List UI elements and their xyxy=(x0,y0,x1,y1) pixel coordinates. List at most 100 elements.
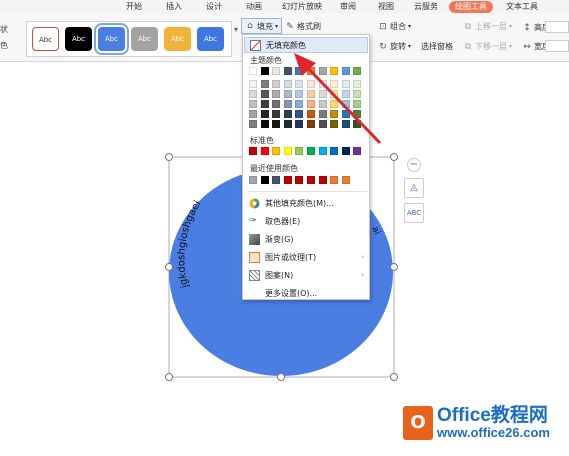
color-swatch[interactable] xyxy=(272,110,281,118)
fill-button[interactable]: ⌂ 填充 ▾ xyxy=(241,18,283,34)
color-swatch[interactable] xyxy=(249,147,257,155)
color-swatch[interactable] xyxy=(341,80,350,88)
style-preset-orange[interactable]: Abc xyxy=(164,27,191,51)
more-settings-option[interactable]: 更多设置(O)... xyxy=(244,285,368,301)
style-preset-outline[interactable]: Abc xyxy=(32,27,59,51)
color-swatch[interactable] xyxy=(330,90,339,98)
color-swatch[interactable] xyxy=(283,67,292,75)
color-swatch[interactable] xyxy=(341,176,350,184)
color-swatch[interactable] xyxy=(307,110,315,118)
color-swatch[interactable] xyxy=(341,110,350,118)
color-swatch[interactable] xyxy=(295,120,304,128)
style-preset-gray[interactable]: Abc xyxy=(131,27,158,51)
tab-design[interactable]: 设计 xyxy=(206,1,222,13)
color-swatch[interactable] xyxy=(249,80,257,88)
color-swatch[interactable] xyxy=(318,100,327,108)
color-swatch[interactable] xyxy=(353,120,362,128)
tab-slideshow[interactable]: 幻灯片放映 xyxy=(282,1,322,13)
send-backward-button[interactable]: ⧉ 下移一层 ▾ xyxy=(463,40,512,53)
color-swatch[interactable] xyxy=(307,120,315,128)
color-swatch[interactable] xyxy=(330,176,339,184)
color-swatch[interactable] xyxy=(260,147,269,155)
color-swatch[interactable] xyxy=(249,110,257,118)
color-swatch[interactable] xyxy=(249,120,257,128)
color-swatch[interactable] xyxy=(318,80,327,88)
width-input[interactable] xyxy=(545,40,569,52)
resize-handle[interactable] xyxy=(277,373,285,381)
color-swatch[interactable] xyxy=(272,67,281,75)
color-swatch[interactable] xyxy=(249,67,257,75)
color-swatch[interactable] xyxy=(260,110,269,118)
color-swatch[interactable] xyxy=(307,147,315,155)
resize-handle[interactable] xyxy=(165,263,173,271)
color-swatch[interactable] xyxy=(283,120,292,128)
color-swatch[interactable] xyxy=(295,90,304,98)
tab-view[interactable]: 视图 xyxy=(378,1,394,13)
tab-review[interactable]: 审阅 xyxy=(340,1,356,13)
color-swatch[interactable] xyxy=(330,120,339,128)
resize-handle[interactable] xyxy=(390,373,398,381)
color-swatch[interactable] xyxy=(330,67,339,75)
resize-handle[interactable] xyxy=(390,263,398,271)
color-swatch[interactable] xyxy=(353,110,362,118)
resize-handle[interactable] xyxy=(165,153,173,161)
color-swatch[interactable] xyxy=(330,110,339,118)
color-swatch[interactable] xyxy=(353,67,362,75)
color-swatch[interactable] xyxy=(318,110,327,118)
color-swatch[interactable] xyxy=(283,110,292,118)
color-swatch[interactable] xyxy=(295,147,304,155)
no-fill-option[interactable]: 无填充颜色 xyxy=(244,37,368,53)
style-preset-blue-2[interactable]: Abc xyxy=(197,27,224,51)
color-swatch[interactable] xyxy=(353,90,362,98)
color-swatch[interactable] xyxy=(249,176,257,184)
color-swatch[interactable] xyxy=(260,120,269,128)
tab-home[interactable]: 开始 xyxy=(126,1,142,13)
tab-cloud[interactable]: 云服务 xyxy=(414,1,438,13)
tab-drawing-tools[interactable]: 绘图工具 xyxy=(449,1,493,13)
color-swatch[interactable] xyxy=(341,120,350,128)
shape-style-icon[interactable]: ◬ xyxy=(404,178,424,198)
gallery-more-icon[interactable]: ▾ xyxy=(234,25,238,34)
color-swatch[interactable] xyxy=(353,80,362,88)
color-swatch[interactable] xyxy=(295,176,304,184)
color-swatch[interactable] xyxy=(341,90,350,98)
color-swatch[interactable] xyxy=(318,120,327,128)
tab-animation[interactable]: 动画 xyxy=(246,1,262,13)
picture-texture-option[interactable]: 图片或纹理(T) › xyxy=(244,249,368,265)
color-swatch[interactable] xyxy=(283,176,292,184)
color-swatch[interactable] xyxy=(272,100,281,108)
color-swatch[interactable] xyxy=(353,147,362,155)
height-input[interactable] xyxy=(545,21,569,33)
style-preset-black[interactable]: Abc xyxy=(65,27,92,51)
resize-handle[interactable] xyxy=(165,373,173,381)
color-swatch[interactable] xyxy=(295,67,304,75)
color-swatch[interactable] xyxy=(283,90,292,98)
color-swatch[interactable] xyxy=(260,100,269,108)
color-swatch[interactable] xyxy=(307,176,315,184)
color-swatch[interactable] xyxy=(330,147,339,155)
pattern-option[interactable]: 图案(N) › xyxy=(244,267,368,283)
color-swatch[interactable] xyxy=(260,67,269,75)
color-swatch[interactable] xyxy=(260,80,269,88)
format-brush-button[interactable]: ✎ 格式刷 xyxy=(285,20,321,33)
bring-forward-button[interactable]: ⧉ 上移一层 ▾ xyxy=(463,20,512,33)
color-swatch[interactable] xyxy=(249,100,257,108)
color-swatch[interactable] xyxy=(307,90,315,98)
tab-insert[interactable]: 插入 xyxy=(166,1,182,13)
color-swatch[interactable] xyxy=(272,120,281,128)
color-swatch[interactable] xyxy=(318,90,327,98)
tab-text-tools[interactable]: 文本工具 xyxy=(506,1,538,13)
selection-pane-button[interactable]: 选择窗格 xyxy=(421,40,453,53)
color-swatch[interactable] xyxy=(272,147,281,155)
color-swatch[interactable] xyxy=(341,100,350,108)
color-swatch[interactable] xyxy=(307,67,315,75)
color-swatch[interactable] xyxy=(283,100,292,108)
color-swatch[interactable] xyxy=(283,80,292,88)
color-swatch[interactable] xyxy=(295,110,304,118)
eyedropper-option[interactable]: ✑ 取色器(E) xyxy=(244,213,368,229)
color-swatch[interactable] xyxy=(307,100,315,108)
color-swatch[interactable] xyxy=(283,147,292,155)
color-swatch[interactable] xyxy=(249,90,257,98)
rotate-button[interactable]: ↻ 旋转 ▾ xyxy=(378,40,411,53)
other-fill-option[interactable]: 其他填充颜色(M)... xyxy=(244,195,368,211)
